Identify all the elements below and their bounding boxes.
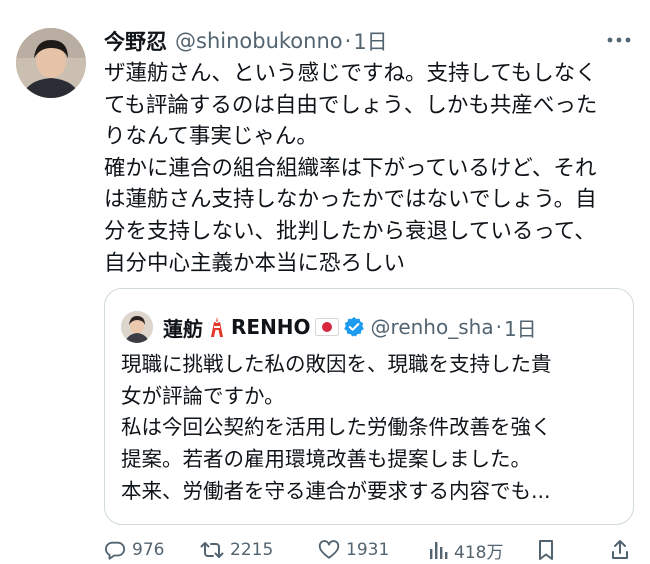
views-icon <box>430 542 448 559</box>
repost-button[interactable]: 2215 <box>200 536 273 564</box>
tweet-text-line: は蓮舫さん支持しなかったかではないでしょう。自 <box>104 187 597 213</box>
tweet-text-line: 自分中心主義か本当に恐ろしい <box>104 250 406 276</box>
bookmark-icon <box>539 540 553 560</box>
quoted-author-avatar[interactable] <box>121 311 153 343</box>
quoted-tweet[interactable]: 蓮舫 RENHO @renho_sha · 1日 現職に挑戦した私の敗因を、現職… <box>104 288 634 525</box>
quoted-tweet-header: 蓮舫 RENHO @renho_sha · 1日 <box>121 311 537 343</box>
tweet-text-line: ザ蓮舫さん、という感じですね。支持してもしなく <box>104 61 597 86</box>
tweet-text-line: ても評論するのは自由でしょう、しかも共産べった <box>104 92 598 118</box>
quoted-timestamp[interactable]: 1日 <box>504 313 537 342</box>
action-bar: 976 2215 1931 418万 <box>104 536 634 564</box>
tweet-header: 今野忍 @shinobukonno · 1日 <box>104 26 388 56</box>
quoted-text-line: 女が評論ですか。 <box>121 383 285 408</box>
quoted-text-line: 本来、労働者を守る連合が要求する内容でも... <box>121 478 551 503</box>
author-avatar[interactable] <box>16 28 86 98</box>
tweet-text-line: 分を支持しない、批判したから衰退しているって、 <box>104 218 596 244</box>
author-name[interactable]: 今野忍 <box>104 26 167 56</box>
repost-count: 2215 <box>230 540 274 560</box>
like-count: 1931 <box>346 540 390 560</box>
more-options-button[interactable] <box>604 28 634 52</box>
share-icon <box>612 540 628 559</box>
quoted-avatar-photo <box>121 311 153 343</box>
quoted-tweet-text: 現職に挑戦した私の敗因を、現職を支持した貴 女が評論ですか。 私は今回公契約を活… <box>121 349 621 508</box>
timestamp[interactable]: 1日 <box>353 26 387 56</box>
tweet-text: ザ蓮舫さん、という感じですね。支持してもしなく ても評論するのは自由でしょう、し… <box>104 58 634 279</box>
more-icon <box>607 37 631 43</box>
view-count: 418万 <box>454 542 504 563</box>
tweet-text-line: りなんて事実じゃん。 <box>104 124 318 150</box>
like-button[interactable]: 1931 <box>318 536 389 564</box>
share-button[interactable] <box>610 536 636 564</box>
quoted-text-line: 現職に挑戦した私の敗因を、現職を支持した貴 <box>121 352 552 376</box>
quoted-author-name[interactable]: 蓮舫 <box>163 313 203 342</box>
quoted-author-handle[interactable]: @renho_sha <box>371 315 494 339</box>
quoted-text-line: 私は今回公契約を活用した労働条件改善を強く <box>121 415 552 440</box>
repost-icon <box>200 542 224 558</box>
tokyo-tower-icon <box>207 316 227 338</box>
views-button[interactable]: 418万 <box>428 536 503 564</box>
verified-badge-icon <box>343 316 365 338</box>
bookmark-button[interactable] <box>536 536 562 564</box>
separator-dot: · <box>344 29 352 53</box>
like-icon <box>318 540 340 559</box>
reply-icon <box>104 541 126 560</box>
reply-button[interactable]: 976 <box>104 536 164 564</box>
separator-dot: · <box>495 315 502 339</box>
japan-flag-icon <box>314 318 339 336</box>
tweet-text-line: 確かに連合の組合組織率は下がっているけど、それ <box>104 155 597 181</box>
quoted-text-line: 提案。若者の雇用環境改善も提案しました。 <box>121 447 531 472</box>
author-handle[interactable]: @shinobukonno <box>175 29 343 53</box>
reply-count: 976 <box>132 540 165 560</box>
tweet[interactable]: 今野忍 @shinobukonno · 1日 ザ蓮舫さん、という感じですね。支持… <box>0 0 650 564</box>
avatar-photo <box>16 28 86 98</box>
quoted-author-name-latin[interactable]: RENHO <box>231 315 311 339</box>
